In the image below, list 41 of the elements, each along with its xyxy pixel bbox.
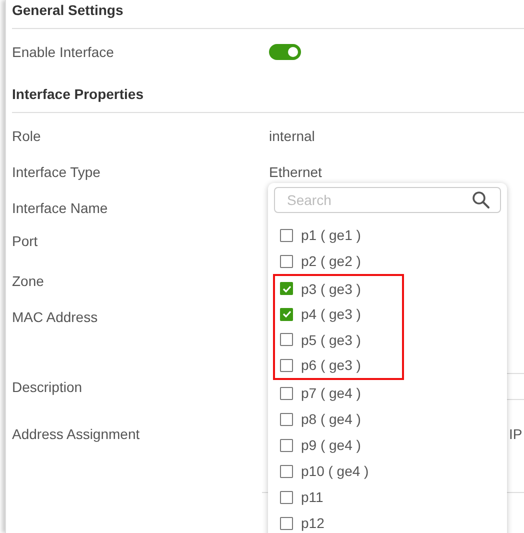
search-icon[interactable] — [472, 191, 490, 209]
option-item[interactable]: p7 ( ge4 ) — [274, 380, 501, 406]
field-label: Address Assignment — [12, 426, 141, 442]
checkbox[interactable] — [280, 358, 293, 372]
option-item[interactable]: p9 ( ge4 ) — [274, 432, 501, 458]
field-label: Role — [12, 128, 42, 144]
checkbox[interactable] — [280, 412, 293, 426]
checkbox[interactable] — [280, 333, 293, 346]
option-item[interactable]: p3 ( ge3 ) — [275, 276, 402, 302]
field-label: Zone — [12, 273, 45, 289]
toggle-switch[interactable] — [269, 44, 301, 60]
field-label: MAC Address — [12, 309, 99, 325]
section-title: Interface Properties — [12, 86, 144, 102]
field-label: Interface Name — [12, 200, 109, 216]
field-label: Enable Interface — [12, 44, 115, 60]
checkbox[interactable] — [280, 308, 293, 321]
checkbox[interactable] — [280, 386, 293, 400]
field-label: Interface Type — [12, 164, 102, 180]
checkbox[interactable] — [280, 438, 293, 452]
search-field[interactable]: Search — [274, 187, 501, 213]
option-item[interactable]: p10 ( ge4 ) — [274, 458, 501, 484]
field-label: Port — [12, 233, 39, 249]
field-value: internal — [269, 128, 315, 144]
section-title: General Settings — [12, 2, 124, 18]
option-item[interactable]: p1 ( ge1 ) — [274, 222, 501, 248]
option-item[interactable]: p8 ( ge4 ) — [274, 406, 501, 432]
checkbox[interactable] — [280, 464, 293, 478]
option-item[interactable]: p6 ( ge3 ) — [275, 352, 402, 378]
checkbox[interactable] — [280, 516, 293, 530]
option-item[interactable]: p5 ( ge3 ) — [275, 327, 402, 352]
field-label: Description — [12, 378, 84, 394]
option-item[interactable]: p4 ( ge3 ) — [275, 302, 402, 327]
checkbox[interactable] — [280, 490, 293, 504]
field-value: IP — [509, 426, 522, 442]
option-item[interactable]: p11 — [274, 484, 501, 510]
option-item[interactable]: p2 ( ge2 ) — [274, 248, 501, 274]
field-value: Ethernet — [269, 164, 322, 180]
checkbox[interactable] — [280, 254, 293, 268]
checkbox[interactable] — [280, 282, 293, 296]
checkbox[interactable] — [280, 228, 293, 242]
option-item[interactable]: p12 — [274, 510, 501, 533]
